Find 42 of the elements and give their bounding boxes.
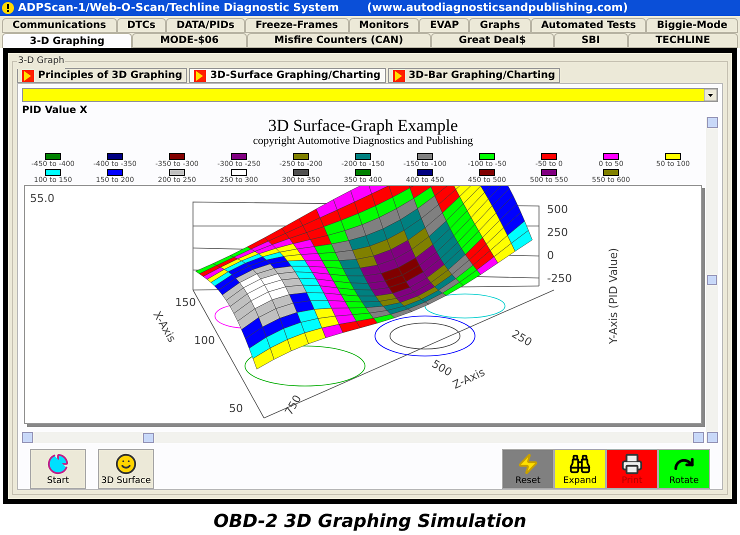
tab[interactable]: Misfire Counters (CAN): [246, 33, 431, 48]
rotate-button[interactable]: Rotate: [658, 449, 710, 489]
chart-title: 3D Surface-Graph Example: [267, 117, 459, 135]
axis-tick-label: -250: [547, 272, 572, 285]
tab[interactable]: MODE-$06: [132, 33, 246, 48]
tab[interactable]: Principles of 3D Graphing: [17, 68, 188, 83]
tab[interactable]: EVAP: [419, 18, 470, 33]
group-title: 3-D Graph: [17, 55, 66, 68]
axis-tick-label: 750: [282, 392, 304, 418]
axis-tick-label: 50: [229, 402, 243, 415]
axis-tick-label: 100: [194, 334, 215, 347]
axis-title: Y-Axis (PID Value): [607, 248, 620, 344]
window-title: ADPScan-1/Web-O-Scan/Techline Diagnostic System: [18, 0, 339, 16]
tab[interactable]: Communications: [2, 18, 117, 33]
axis-tick-label: 0: [547, 249, 554, 262]
tab[interactable]: 3D-Surface Graphing/Charting: [189, 68, 386, 83]
chart-subtitle: copyright Automotive Diagnostics and Publishing: [252, 135, 474, 147]
start-button[interactable]: Start: [30, 449, 86, 489]
tab[interactable]: Automated Tests: [530, 18, 646, 33]
tab[interactable]: Graphs: [469, 18, 531, 33]
tab[interactable]: SBI: [554, 33, 628, 48]
tab[interactable]: DATA/PIDs: [166, 18, 246, 33]
axis-tick-label: 500: [547, 203, 568, 216]
tab[interactable]: DTCs: [116, 18, 166, 33]
tab[interactable]: Monitors: [348, 18, 420, 33]
field-label: PID Value X: [22, 104, 88, 117]
tab[interactable]: TECHLINE: [628, 33, 738, 48]
caption: OBD-2 3D Graphing Simulation: [212, 510, 528, 534]
corner-value: 55.0: [30, 192, 54, 205]
surface-button[interactable]: 3D Surface: [98, 449, 154, 489]
tab[interactable]: Freeze-Frames: [245, 18, 349, 33]
reset-button[interactable]: Reset: [502, 449, 554, 489]
axis-tick-label: 150: [175, 296, 196, 309]
tab[interactable]: 3D-Bar Graphing/Charting: [388, 68, 560, 83]
tab[interactable]: Biggie-Mode: [646, 18, 738, 33]
expand-button[interactable]: Expand: [554, 449, 606, 489]
axis-tick-label: 250: [547, 226, 568, 239]
tab[interactable]: 3-D Graphing: [2, 33, 132, 48]
window-url: (www.autodiagnosticsandpublishing.com): [366, 0, 628, 16]
axis-tick-label: 500: [430, 357, 454, 380]
tab[interactable]: Great Deal$: [430, 33, 554, 48]
axis-tick-label: 250: [510, 327, 534, 350]
